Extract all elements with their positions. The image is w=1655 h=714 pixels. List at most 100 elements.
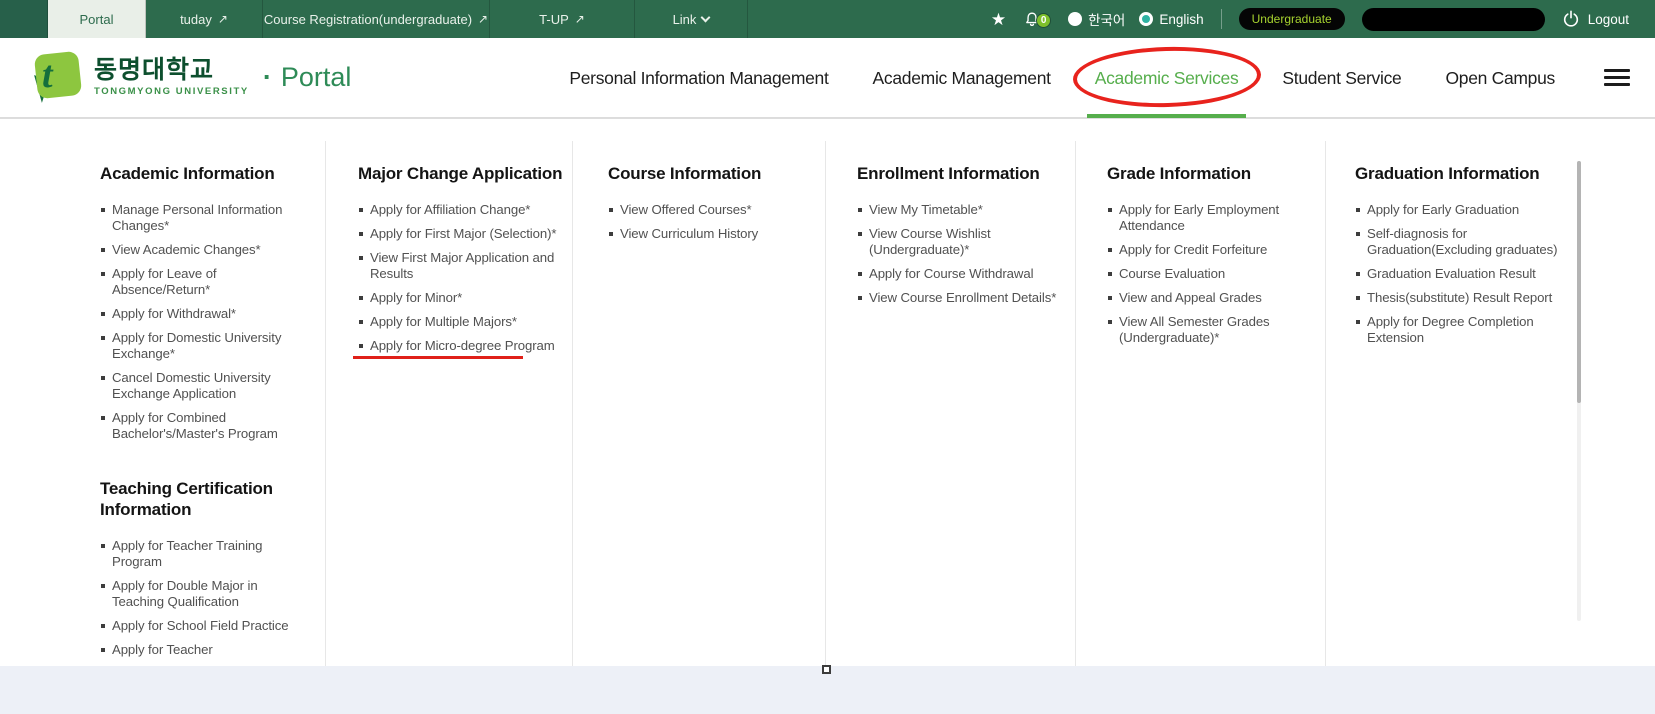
menu-item-view-and-appeal-grades[interactable]: View and Appeal Grades (1107, 290, 1312, 306)
nav-item-open-campus[interactable]: Open Campus (1445, 38, 1555, 118)
favorites-star-icon[interactable]: ★ (991, 11, 1006, 28)
menu-item-label: Apply for Credit Forfeiture (1119, 242, 1267, 257)
nav-item-academic-management[interactable]: Academic Management (873, 38, 1051, 118)
role-badge: Undergraduate (1239, 8, 1345, 30)
menu-item-thesis-substitute-result-report[interactable]: Thesis(substitute) Result Report (1355, 290, 1560, 306)
topbar-tab-t-up[interactable]: T-UP↗ (490, 0, 635, 38)
nav-item-label: Personal Information Management (569, 68, 828, 89)
topbar-tab-portal[interactable]: Portal (48, 0, 146, 38)
menu-item-view-offered-courses[interactable]: View Offered Courses* (608, 202, 813, 218)
menu-item-cancel-domestic-university-exchange-application[interactable]: Cancel Domestic University Exchange Appl… (100, 370, 305, 402)
menu-item-apply-for-leave-of-absence-return[interactable]: Apply for Leave of Absence/Return* (100, 266, 305, 298)
menu-item-apply-for-course-withdrawal[interactable]: Apply for Course Withdrawal (857, 266, 1062, 282)
menu-section-enrollment-information: Enrollment InformationView My Timetable*… (857, 163, 1062, 306)
menu-section-grade-information: Grade InformationApply for Early Employm… (1107, 163, 1312, 346)
language-option-english[interactable]: English (1139, 12, 1203, 27)
menu-item-list: Apply for Teacher Training Program Apply … (100, 538, 305, 658)
topbar-right-controls: ★ 0 한국어 English Undergraduate Logout (991, 0, 1655, 38)
menu-item-label: Apply for Degree Completion Extension (1367, 314, 1534, 345)
power-icon (1562, 10, 1580, 28)
university-logo[interactable]: t 동명대학교 TONGMYONG UNIVERSITY · Portal (28, 51, 351, 103)
menu-item-apply-for-degree-completion-extension[interactable]: Apply for Degree Completion Extension (1355, 314, 1560, 346)
menu-item-label: Apply for Micro-degree Program (370, 338, 555, 353)
menu-section-title: Course Information (608, 163, 813, 184)
hamburger-menu-icon[interactable] (1604, 69, 1630, 86)
menu-item-label: View All Semester Grades (Undergraduate)… (1119, 314, 1270, 345)
menu-item-label: Apply for Teacher Training Program (112, 538, 262, 569)
logout-label: Logout (1588, 12, 1629, 27)
menu-item-view-all-semester-grades-undergraduate[interactable]: View All Semester Grades (Undergraduate)… (1107, 314, 1312, 346)
external-link-icon: ↗ (478, 13, 488, 25)
scrollbar-thumb[interactable] (1577, 161, 1581, 403)
menu-item-label: Apply for Early Employment Attendance (1119, 202, 1279, 233)
menu-section-title: Teaching Certification Information (100, 478, 305, 520)
menu-item-apply-for-teacher-training-program[interactable]: Apply for Teacher Training Program (100, 538, 305, 570)
menu-item-label: View and Appeal Grades (1119, 290, 1262, 305)
menu-item-label: Apply for Double Major in Teaching Quali… (112, 578, 258, 609)
menu-section-major-change-application: Major Change ApplicationApply for Affili… (358, 163, 563, 354)
portal-label: Portal (281, 62, 352, 93)
menu-item-view-curriculum-history[interactable]: View Curriculum History (608, 226, 813, 242)
external-link-icon: ↗ (218, 13, 228, 25)
language-label: English (1159, 12, 1203, 27)
topbar-tab-label: Portal (80, 12, 114, 27)
radio-unselected-icon (1068, 12, 1082, 26)
logout-button[interactable]: Logout (1562, 10, 1629, 28)
menu-item-self-diagnosis-for-graduation-excluding-graduates[interactable]: Self-diagnosis for Graduation(Excluding … (1355, 226, 1560, 258)
menu-item-course-evaluation[interactable]: Course Evaluation (1107, 266, 1312, 282)
topbar-tab-label: T-UP (539, 12, 569, 27)
menu-item-label: Apply for Minor* (370, 290, 462, 305)
topbar-tab-label: Link (673, 12, 697, 27)
nav-item-academic-services[interactable]: Academic Services (1095, 38, 1239, 118)
menu-item-apply-for-combined-bachelor-s-master-s-program[interactable]: Apply for Combined Bachelor's/Master's P… (100, 410, 305, 442)
menu-item-label: Cancel Domestic University Exchange Appl… (112, 370, 271, 401)
menu-item-label: Course Evaluation (1119, 266, 1225, 281)
menu-item-label: Apply for Multiple Majors* (370, 314, 517, 329)
menu-item-apply-for-affiliation-change[interactable]: Apply for Affiliation Change* (358, 202, 563, 218)
menu-item-view-course-enrollment-details[interactable]: View Course Enrollment Details* (857, 290, 1062, 306)
topbar-tab-link[interactable]: Link (635, 0, 748, 38)
nav-item-student-service[interactable]: Student Service (1282, 38, 1401, 118)
menu-item-view-academic-changes[interactable]: View Academic Changes* (100, 242, 305, 258)
menu-item-label: Apply for Withdrawal* (112, 306, 236, 321)
menu-item-view-course-wishlist-undergraduate[interactable]: View Course Wishlist (Undergraduate)* (857, 226, 1062, 258)
menu-item-label: Thesis(substitute) Result Report (1367, 290, 1552, 305)
menu-item-apply-for-double-major-in-teaching-qualification[interactable]: Apply for Double Major in Teaching Quali… (100, 578, 305, 610)
menu-item-view-my-timetable[interactable]: View My Timetable* (857, 202, 1062, 218)
menu-item-apply-for-domestic-university-exchange[interactable]: Apply for Domestic University Exchange* (100, 330, 305, 362)
menu-item-apply-for-early-graduation[interactable]: Apply for Early Graduation (1355, 202, 1560, 218)
menu-item-apply-for-teacher[interactable]: Apply for Teacher (100, 642, 305, 658)
topbar-tab-course-registration-undergraduate[interactable]: Course Registration(undergraduate)↗ (263, 0, 490, 38)
menu-section-academic-information: Academic InformationManage Personal Info… (100, 163, 305, 442)
menu-item-manage-personal-information-changes[interactable]: Manage Personal Information Changes* (100, 202, 305, 234)
menu-item-apply-for-withdrawal[interactable]: Apply for Withdrawal* (100, 306, 305, 322)
chevron-down-icon (701, 12, 711, 22)
menu-item-label: View Course Enrollment Details* (869, 290, 1056, 305)
nav-item-personal-information-management[interactable]: Personal Information Management (569, 38, 828, 118)
menu-item-label: View Curriculum History (620, 226, 758, 241)
menu-item-label: Graduation Evaluation Result (1367, 266, 1536, 281)
resize-handle-square[interactable] (822, 665, 831, 674)
menu-item-list: View Offered Courses* View Curriculum His… (608, 202, 813, 242)
menu-item-apply-for-first-major-selection[interactable]: Apply for First Major (Selection)* (358, 226, 563, 242)
menu-item-list: View My Timetable* View Course Wishlist (… (857, 202, 1062, 306)
topbar-tab-tuday[interactable]: tuday↗ (146, 0, 263, 38)
menu-item-list: Apply for Early Employment Attendance App… (1107, 202, 1312, 346)
nav-item-label: Academic Management (873, 68, 1051, 89)
menu-item-apply-for-credit-forfeiture[interactable]: Apply for Credit Forfeiture (1107, 242, 1312, 258)
menu-column-1: Academic InformationManage Personal Info… (100, 119, 305, 666)
language-option-[interactable]: 한국어 (1068, 9, 1125, 29)
menu-item-apply-for-early-employment-attendance[interactable]: Apply for Early Employment Attendance (1107, 202, 1312, 234)
nav-item-label: Open Campus (1445, 68, 1555, 89)
menu-item-apply-for-multiple-majors[interactable]: Apply for Multiple Majors* (358, 314, 563, 330)
menu-item-view-first-major-application-and-results[interactable]: View First Major Application and Results (358, 250, 563, 282)
menu-item-graduation-evaluation-result[interactable]: Graduation Evaluation Result (1355, 266, 1560, 282)
column-divider (572, 141, 573, 666)
menu-item-apply-for-school-field-practice[interactable]: Apply for School Field Practice (100, 618, 305, 634)
menu-item-label: View Academic Changes* (112, 242, 261, 257)
menu-item-apply-for-micro-degree-program[interactable]: Apply for Micro-degree Program (358, 338, 563, 354)
notifications-button[interactable]: 0 (1023, 10, 1051, 29)
menu-item-apply-for-minor[interactable]: Apply for Minor* (358, 290, 563, 306)
menu-item-label: Apply for Combined Bachelor's/Master's P… (112, 410, 278, 441)
column-divider (1325, 141, 1326, 666)
